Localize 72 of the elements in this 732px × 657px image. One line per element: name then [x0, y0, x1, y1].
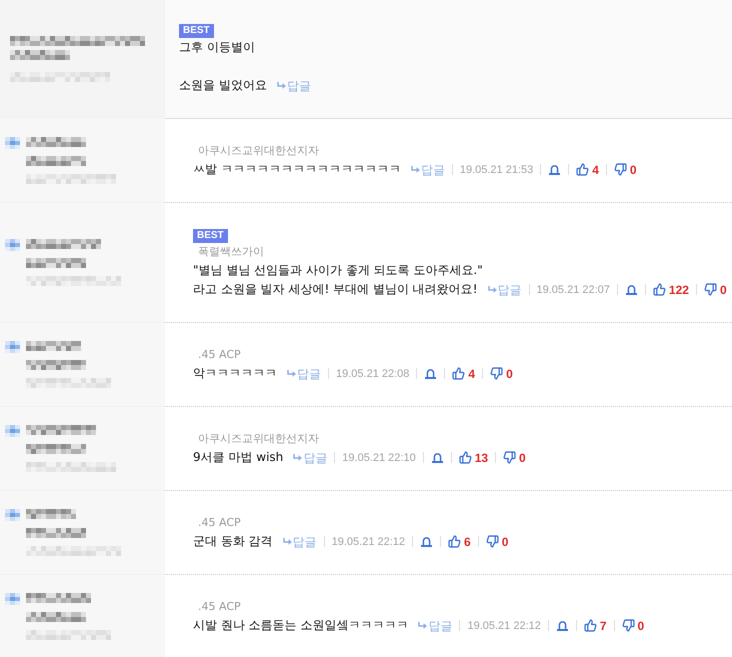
dislike-button[interactable]: 0: [490, 366, 513, 382]
thumbs-up-icon: [458, 451, 472, 464]
like-button[interactable]: 122: [652, 282, 689, 298]
comment-date: 19.05.21 22:07: [536, 282, 610, 298]
thumbs-down-icon: [486, 535, 499, 548]
bell-icon: [432, 452, 443, 463]
like-button[interactable]: 7: [584, 618, 607, 634]
like-button[interactable]: 4: [576, 162, 599, 178]
bell-icon: [556, 620, 568, 631]
comment-date: 19.05.21 21:53: [460, 162, 534, 178]
bell-button[interactable]: [624, 284, 638, 295]
thumbs-up-icon: [448, 535, 462, 548]
comment-author: 아쿠시즈교위대한선지자: [198, 143, 319, 159]
like-button[interactable]: 4: [452, 366, 476, 382]
reply-arrow-icon: [282, 538, 292, 545]
comment-text: 9서클 마법 wish: [193, 449, 284, 466]
comment-author: .45 ACP: [198, 599, 241, 615]
thumbs-up-icon: [652, 283, 666, 296]
comment-author: .45 ACP: [198, 515, 241, 531]
comment-text: 라고 소원을 빌자 세상에! 부대에 별님이 내려왔어요!: [193, 281, 478, 298]
comment-date: 19.05.21 22:12: [467, 618, 541, 634]
reply-arrow-icon: [293, 454, 302, 461]
bell-button[interactable]: [556, 620, 569, 631]
dislike-button[interactable]: 0: [704, 282, 727, 298]
like-button[interactable]: 13: [458, 450, 488, 466]
thumbs-down-icon: [614, 163, 627, 176]
comment-date: 19.05.21 22:10: [342, 450, 416, 466]
dislike-button[interactable]: 0: [503, 450, 526, 466]
dislike-button[interactable]: 0: [622, 618, 644, 634]
bell-button[interactable]: [420, 536, 434, 547]
comment-author: 폭렬쌕쓰가이: [198, 244, 264, 260]
bell-button[interactable]: [424, 368, 438, 379]
comment-text: 시발 줜나 소름돋는 소원일셐ㅋㅋㅋㅋㅋ: [193, 617, 408, 634]
reply-arrow-icon: [418, 622, 428, 629]
like-button[interactable]: 6: [448, 534, 471, 550]
bell-button[interactable]: [430, 452, 444, 463]
pixelated-icon: [5, 425, 20, 437]
comment-author: .45 ACP: [198, 347, 241, 363]
reply-arrow-icon: [488, 286, 497, 293]
bell-icon: [549, 164, 560, 175]
pixelated-icon: [5, 341, 20, 353]
best-badge: BEST: [179, 24, 214, 38]
bell-icon: [421, 536, 432, 547]
comment-text: "별님 별님 선임들과 사이가 좋게 되도록 도아주세요.": [193, 262, 483, 279]
comment-text: 군대 동화 감격: [193, 533, 273, 550]
dislike-button[interactable]: 0: [614, 162, 637, 178]
reply-arrow-icon: [410, 166, 420, 173]
reply-arrow-icon: [287, 370, 296, 377]
comment-text: 소원을 빌었어요: [179, 77, 267, 94]
reply-arrow-icon: [276, 82, 286, 89]
thumbs-up-icon: [584, 619, 597, 632]
bell-icon: [425, 368, 436, 379]
comment-author: 아쿠시즈교위대한선지자: [198, 431, 319, 447]
thumbs-down-icon: [622, 619, 635, 632]
thumbs-down-icon: [704, 283, 717, 296]
thumbs-down-icon: [490, 367, 504, 380]
thumbs-up-icon: [452, 367, 466, 380]
comment-date: 19.05.21 22:08: [336, 366, 410, 382]
dislike-button[interactable]: 0: [486, 534, 508, 550]
comment-text: 그후 이등별이: [179, 39, 255, 56]
comment-text: 악ㅋㅋㅋㅋㅋㅋ: [193, 365, 277, 382]
pixelated-icon: [5, 137, 20, 149]
pixelated-icon: [5, 239, 20, 251]
best-badge: BEST: [193, 229, 228, 243]
thumbs-up-icon: [576, 163, 590, 176]
bell-icon: [626, 284, 637, 295]
pixelated-icon: [5, 593, 20, 605]
thumbs-down-icon: [503, 451, 516, 464]
comment-date: 19.05.21 22:12: [332, 534, 406, 550]
comment-text: ㅆ발 ㅋㅋㅋㅋㅋㅋㅋㅋㅋㅋㅋㅋㅋㅋㅋ: [193, 161, 401, 178]
bell-button[interactable]: [548, 164, 562, 175]
pixelated-icon: [5, 509, 20, 521]
